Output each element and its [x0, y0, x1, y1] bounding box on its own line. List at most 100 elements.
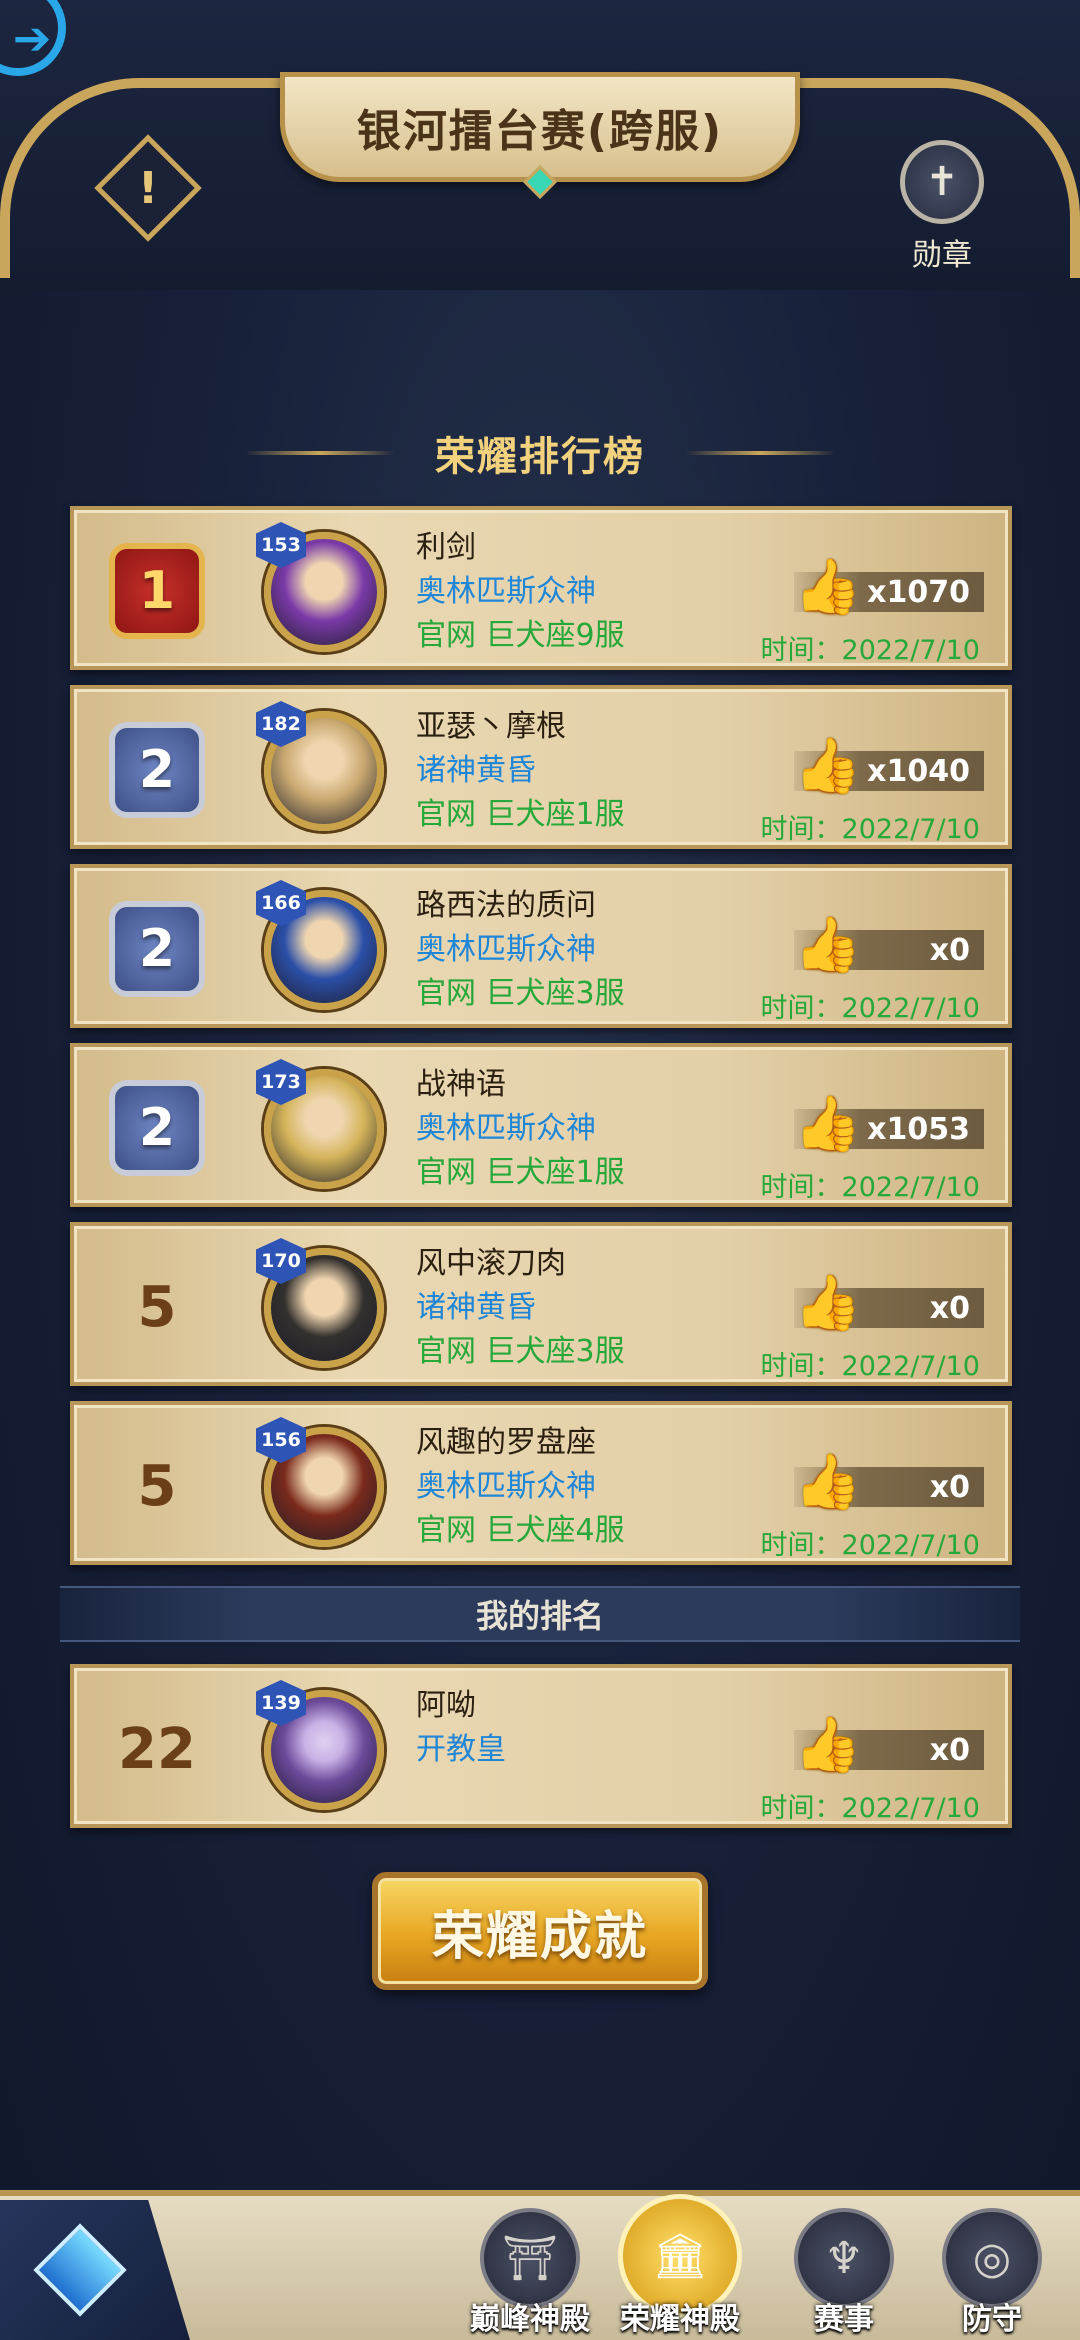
player-info: 风中滚刀肉 诸神黄昏 官网 巨犬座3服: [416, 1242, 625, 1374]
thumbs-up-icon[interactable]: 👍: [794, 1712, 861, 1778]
ranking-row[interactable]: 5 156 风趣的罗盘座 奥林匹斯众神 官网 巨犬座4服 x0 👍 时间：202…: [70, 1401, 1012, 1565]
rank-box: 2: [102, 894, 212, 1004]
server-name: 官网 巨犬座1服: [416, 797, 625, 832]
time-value: 2022/7/10: [841, 814, 980, 845]
ranking-row[interactable]: 2 182 亚瑟丶摩根 诸神黄昏 官网 巨犬座1服 x1040 👍 时间：202…: [70, 685, 1012, 849]
server-name: 官网 巨犬座3服: [416, 1334, 625, 1369]
heading-divider-right: [685, 451, 835, 455]
rank-number: 22: [118, 1716, 196, 1782]
player-name: 利剑: [416, 530, 476, 565]
thumbs-up-icon[interactable]: 👍: [794, 1449, 861, 1515]
time-prefix: 时间：: [760, 1793, 842, 1824]
time-stamp: 时间：2022/7/10: [761, 628, 980, 667]
time-prefix: 时间：: [760, 993, 842, 1024]
medal-button[interactable]: ✝ 勋章: [892, 140, 992, 273]
time-prefix: 时间：: [760, 1351, 842, 1382]
player-name: 战神语: [416, 1067, 506, 1102]
time-prefix: 时间：: [760, 814, 842, 845]
time-value: 2022/7/10: [841, 993, 980, 1024]
my-rank-heading: 我的排名: [60, 1586, 1020, 1642]
temple-icon: ⛩: [480, 2208, 580, 2308]
time-stamp: 时间：2022/7/10: [761, 1523, 980, 1562]
rank-number: 5: [137, 1274, 177, 1340]
time-stamp: 时间：2022/7/10: [761, 1165, 980, 1204]
crystal-icon: [33, 2223, 127, 2317]
server-name: 官网 巨犬座3服: [416, 976, 625, 1011]
thumbs-up-icon[interactable]: 👍: [794, 912, 861, 978]
medal-label: 勋章: [912, 238, 972, 273]
rank-badge-icon: 1: [109, 543, 205, 639]
nav-item-glory-temple[interactable]: 🏛 荣耀神殿: [618, 2194, 742, 2340]
exclamation-icon: !: [137, 162, 159, 214]
server-name: 官网 巨犬座9服: [416, 618, 625, 653]
time-value: 2022/7/10: [841, 1793, 980, 1824]
player-name: 路西法的质问: [416, 888, 596, 923]
guild-name: 奥林匹斯众神: [416, 574, 596, 609]
guild-name: 诸神黄昏: [416, 1290, 536, 1325]
rank-box: 2: [102, 1073, 212, 1183]
medal-icon: ✝: [900, 140, 984, 224]
guild-name: 开教皇: [416, 1732, 506, 1767]
ranking-row[interactable]: 2 173 战神语 奥林匹斯众神 官网 巨犬座1服 x1053 👍 时间：202…: [70, 1043, 1012, 1207]
shield-icon: ◎: [942, 2208, 1042, 2308]
nav-label: 巅峰神殿: [470, 2302, 590, 2337]
section-heading: 荣耀排行榜: [0, 418, 1080, 488]
player-name: 阿呦: [416, 1688, 476, 1723]
time-stamp: 时间：2022/7/10: [761, 1786, 980, 1825]
time-value: 2022/7/10: [841, 1172, 980, 1203]
heading-divider-left: [245, 451, 395, 455]
player-name: 亚瑟丶摩根: [416, 709, 566, 744]
nav-label: 荣耀神殿: [620, 2302, 740, 2337]
time-value: 2022/7/10: [841, 1530, 980, 1561]
guild-name: 奥林匹斯众神: [416, 1469, 596, 1504]
time-stamp: 时间：2022/7/10: [761, 807, 980, 846]
thumbs-up-icon[interactable]: 👍: [794, 554, 861, 620]
rank-badge-icon: 2: [109, 901, 205, 997]
time-stamp: 时间：2022/7/10: [761, 1344, 980, 1383]
nav-item-events[interactable]: ♆ 赛事: [782, 2208, 906, 2340]
rank-box: 5: [102, 1431, 212, 1541]
ranking-row[interactable]: 1 153 利剑 奥林匹斯众神 官网 巨犬座9服 x1070 👍 时间：2022…: [70, 506, 1012, 670]
nav-label: 防守: [962, 2302, 1022, 2337]
rank-box: 2: [102, 715, 212, 825]
server-name: 官网 巨犬座4服: [416, 1513, 625, 1548]
ranking-row[interactable]: 5 170 风中滚刀肉 诸神黄昏 官网 巨犬座3服 x0 👍 时间：2022/7…: [70, 1222, 1012, 1386]
rank-number: 5: [137, 1453, 177, 1519]
page-title: 银河擂台赛(跨服): [356, 106, 724, 157]
player-info: 风趣的罗盘座 奥林匹斯众神 官网 巨犬座4服: [416, 1421, 625, 1553]
rank-box: 5: [102, 1252, 212, 1362]
thumbs-up-icon[interactable]: 👍: [794, 1091, 861, 1157]
my-rank-row[interactable]: 22 139 阿呦 开教皇 x0 👍 时间：2022/7/10: [70, 1664, 1012, 1828]
rank-badge-icon: 2: [109, 722, 205, 818]
player-name: 风中滚刀肉: [416, 1246, 566, 1281]
nav-item-peak-temple[interactable]: ⛩ 巅峰神殿: [468, 2208, 592, 2340]
glory-achievement-button[interactable]: 荣耀成就: [372, 1872, 708, 1990]
player-info: 阿呦 开教皇: [416, 1684, 506, 1772]
thumbs-up-icon[interactable]: 👍: [794, 1270, 861, 1336]
time-prefix: 时间：: [760, 1172, 842, 1203]
section-title: 荣耀排行榜: [435, 434, 645, 480]
my-rank-container: 22 139 阿呦 开教皇 x0 👍 时间：2022/7/10: [70, 1664, 1012, 1843]
player-info: 战神语 奥林匹斯众神 官网 巨犬座1服: [416, 1063, 625, 1195]
player-info: 亚瑟丶摩根 诸神黄昏 官网 巨犬座1服: [416, 705, 625, 837]
glory-achievement-label: 荣耀成就: [431, 1906, 648, 1967]
time-value: 2022/7/10: [841, 1351, 980, 1382]
thumbs-up-icon[interactable]: 👍: [794, 733, 861, 799]
guild-name: 奥林匹斯众神: [416, 1111, 596, 1146]
player-name: 风趣的罗盘座: [416, 1425, 596, 1460]
nav-label: 赛事: [814, 2302, 874, 2337]
player-info: 路西法的质问 奥林匹斯众神 官网 巨犬座3服: [416, 884, 625, 1016]
rank-box: 22: [102, 1694, 212, 1804]
server-name: 官网 巨犬座1服: [416, 1155, 625, 1190]
guild-name: 诸神黄昏: [416, 753, 536, 788]
nav-item-defense[interactable]: ◎ 防守: [930, 2208, 1054, 2340]
trident-icon: ♆: [794, 2208, 894, 2308]
time-stamp: 时间：2022/7/10: [761, 986, 980, 1025]
time-prefix: 时间：: [760, 1530, 842, 1561]
player-info: 利剑 奥林匹斯众神 官网 巨犬座9服: [416, 526, 625, 658]
ranking-row[interactable]: 2 166 路西法的质问 奥林匹斯众神 官网 巨犬座3服 x0 👍 时间：202…: [70, 864, 1012, 1028]
guild-name: 奥林匹斯众神: [416, 932, 596, 967]
ranking-list: 1 153 利剑 奥林匹斯众神 官网 巨犬座9服 x1070 👍 时间：2022…: [70, 506, 1012, 1580]
time-prefix: 时间：: [760, 635, 842, 666]
rank-badge-icon: 2: [109, 1080, 205, 1176]
